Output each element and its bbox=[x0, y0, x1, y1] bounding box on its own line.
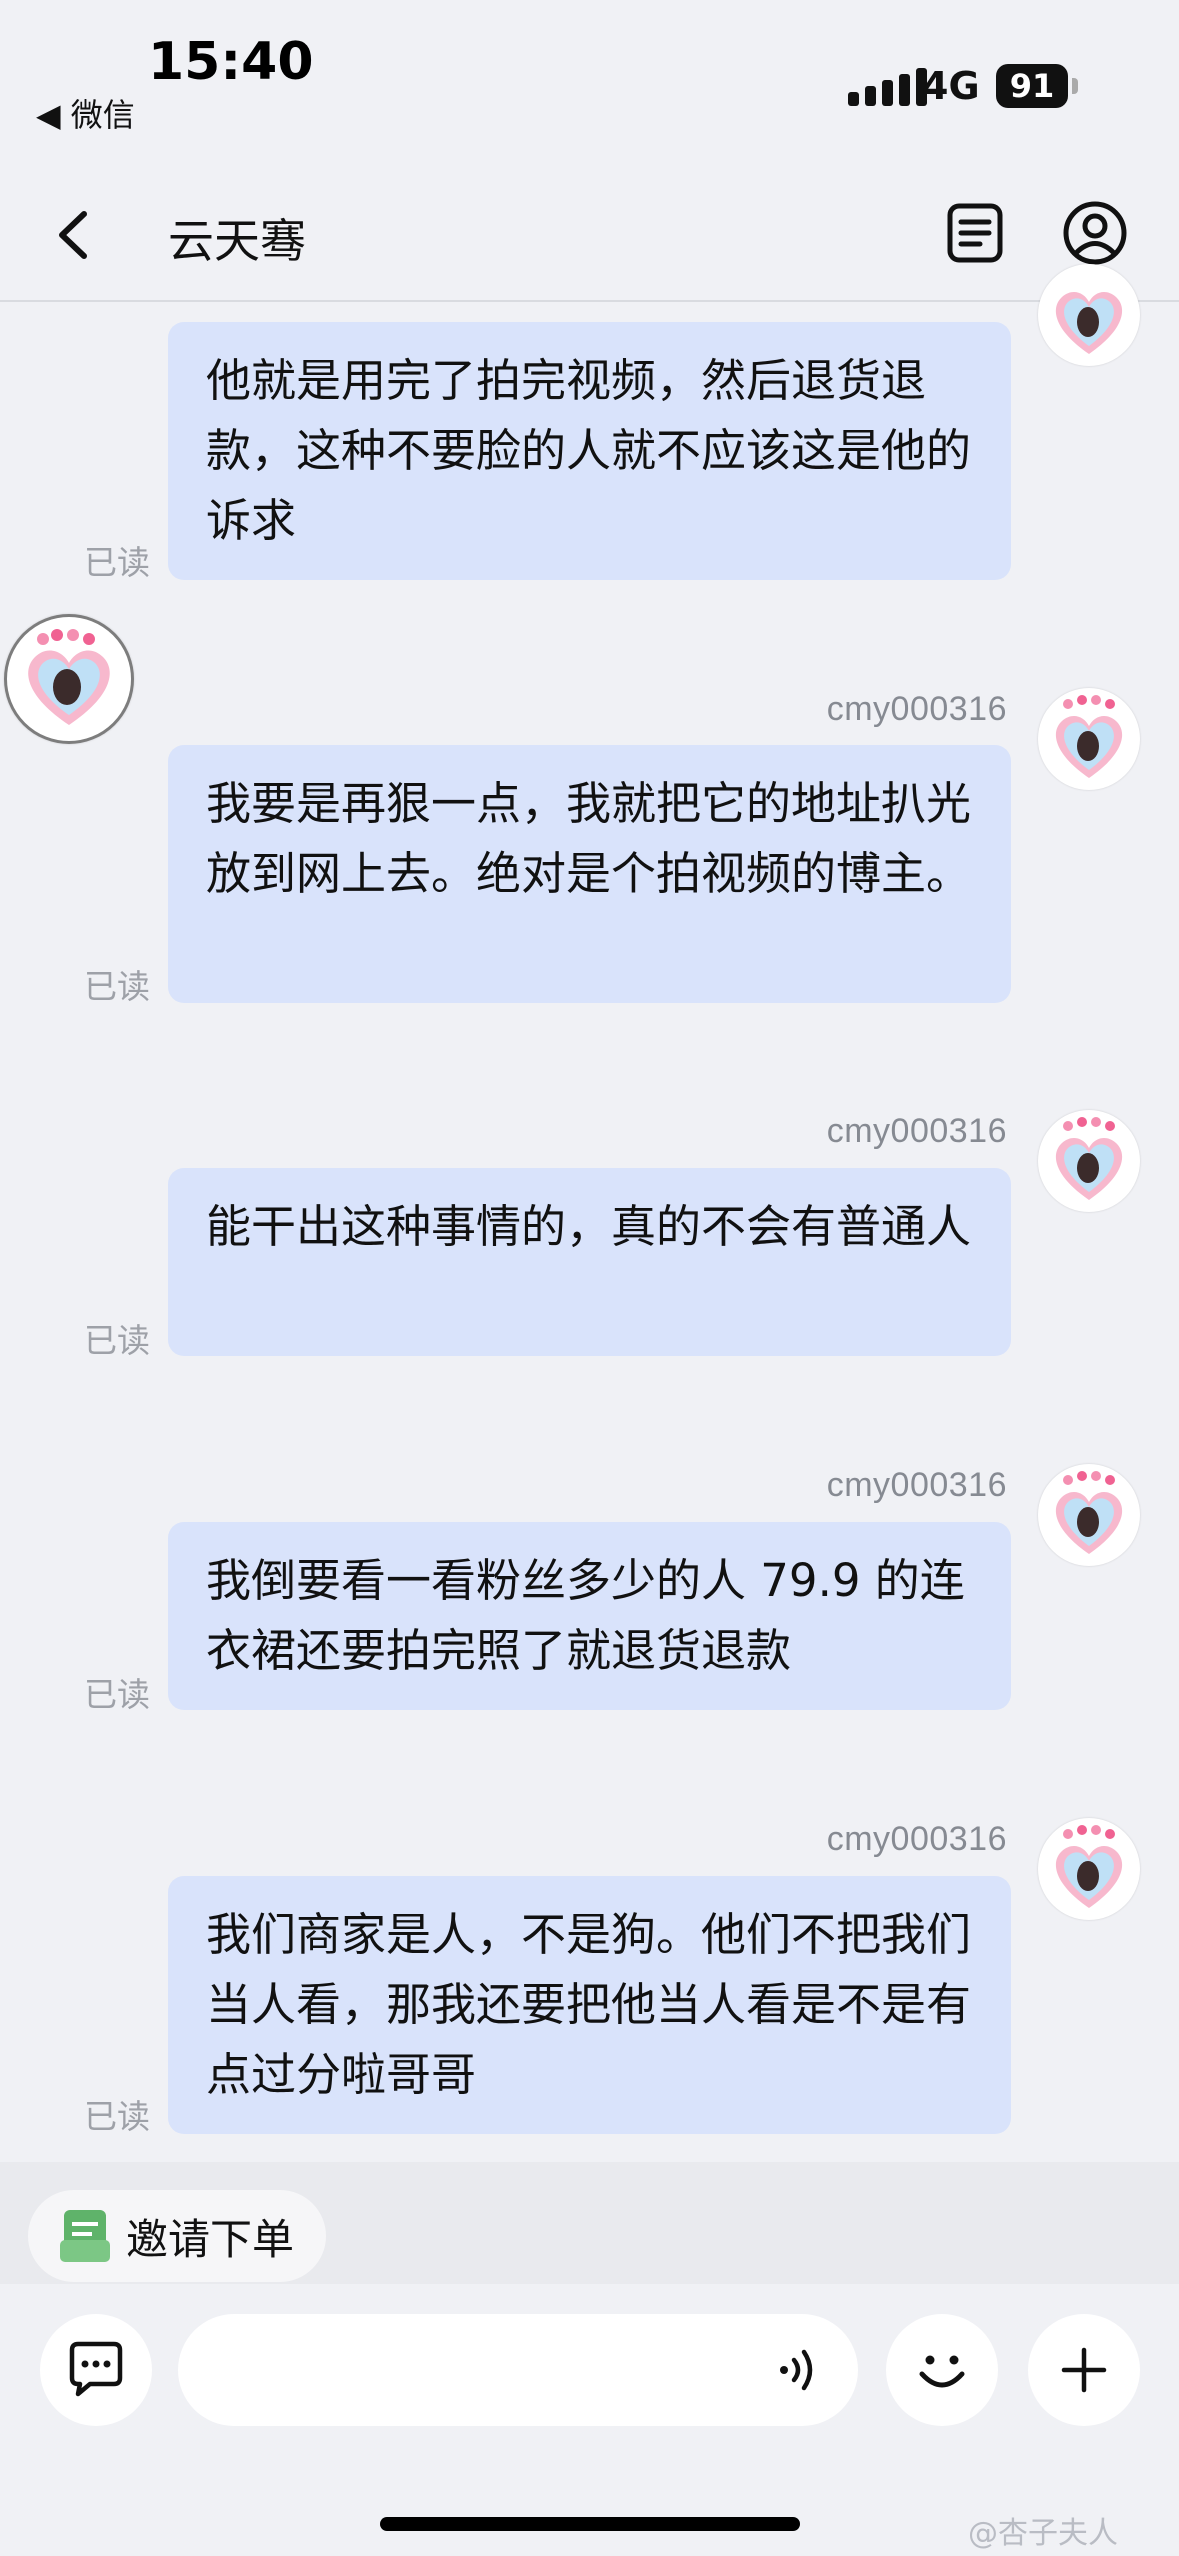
customer-avatar[interactable] bbox=[4, 614, 134, 744]
profile-button[interactable] bbox=[1060, 198, 1130, 268]
battery-icon: 91 bbox=[996, 64, 1068, 108]
voice-wave-icon[interactable] bbox=[772, 2342, 828, 2398]
list-document-icon bbox=[947, 203, 1003, 263]
merchant-avatar[interactable] bbox=[1038, 1818, 1140, 1920]
read-status: 已读 bbox=[84, 1675, 150, 1714]
signal-icon bbox=[848, 68, 927, 106]
heart-avatar-icon bbox=[28, 629, 110, 725]
read-status: 已读 bbox=[84, 967, 150, 1006]
battery-level: 91 bbox=[1009, 67, 1055, 105]
heart-avatar-icon bbox=[1055, 291, 1123, 354]
back-button[interactable] bbox=[40, 200, 110, 270]
plus-icon bbox=[1061, 2347, 1107, 2393]
quick-action-bar: 邀请下单 bbox=[0, 2162, 1179, 2284]
watermark: @杏子夫人 bbox=[968, 2516, 1118, 2551]
heart-avatar-icon bbox=[1055, 1825, 1123, 1908]
status-time: 15:40 bbox=[148, 32, 314, 92]
sender-name: cmy000316 bbox=[826, 1112, 1007, 1150]
invite-order-button[interactable]: 邀请下单 bbox=[28, 2190, 326, 2282]
message-bubble[interactable]: 我要是再狠一点，我就把它的地址扒光放到网上去。绝对是个拍视频的博主。 bbox=[168, 745, 1011, 1003]
heart-avatar-icon bbox=[1055, 695, 1123, 778]
heart-avatar-icon bbox=[1055, 1471, 1123, 1554]
heart-avatar-icon bbox=[1055, 1117, 1123, 1200]
message-bubble[interactable]: 我们商家是人，不是狗。他们不把我们当人看，那我还要把他当人看是不是有点过分啦哥哥 bbox=[168, 1876, 1011, 2134]
merchant-avatar[interactable] bbox=[1038, 688, 1140, 790]
back-to-wechat[interactable]: ◀ 微信 bbox=[36, 90, 135, 136]
merchant-avatar[interactable] bbox=[1038, 1464, 1140, 1566]
chat-header: 云天骞 bbox=[0, 180, 1179, 302]
read-status: 已读 bbox=[84, 2097, 150, 2136]
home-indicator[interactable] bbox=[380, 2517, 800, 2531]
read-status: 已读 bbox=[84, 1321, 150, 1360]
quick-reply-button[interactable] bbox=[40, 2314, 152, 2426]
invite-order-label: 邀请下单 bbox=[126, 2214, 295, 2264]
emoji-button[interactable] bbox=[886, 2314, 998, 2426]
order-invite-icon bbox=[60, 2210, 110, 2262]
message-bubble[interactable]: 我倒要看一看粉丝多少的人 79.9 的连衣裙还要拍完照了就退货退款 bbox=[168, 1522, 1011, 1710]
sender-name: cmy000316 bbox=[826, 1466, 1007, 1504]
chat-bubble-icon bbox=[69, 2341, 123, 2397]
chat-screen: 15:40 ◀ 微信 4G 91 云天骞 他就是用完了拍完视频，然后退货退款，这… bbox=[0, 0, 1179, 2556]
battery-cap bbox=[1072, 78, 1078, 94]
sender-name: cmy000316 bbox=[826, 690, 1007, 728]
more-actions-button[interactable] bbox=[1028, 2314, 1140, 2426]
order-list-button[interactable] bbox=[940, 198, 1010, 268]
smile-icon bbox=[919, 2355, 965, 2388]
sender-name: cmy000316 bbox=[826, 1820, 1007, 1858]
read-status: 已读 bbox=[84, 543, 150, 582]
message-bubble[interactable]: 能干出这种事情的，真的不会有普通人 bbox=[168, 1168, 1011, 1356]
chevron-left-icon bbox=[59, 211, 87, 259]
message-bubble[interactable]: 他就是用完了拍完视频，然后退货退款，这种不要脸的人就不应该这是他的诉求 bbox=[168, 322, 1011, 580]
merchant-avatar[interactable] bbox=[1038, 1110, 1140, 1212]
message-input[interactable] bbox=[178, 2314, 858, 2426]
merchant-avatar[interactable] bbox=[1038, 264, 1140, 366]
chat-title: 云天骞 bbox=[168, 214, 306, 268]
network-type: 4G bbox=[922, 64, 980, 108]
user-circle-icon bbox=[1063, 201, 1127, 265]
